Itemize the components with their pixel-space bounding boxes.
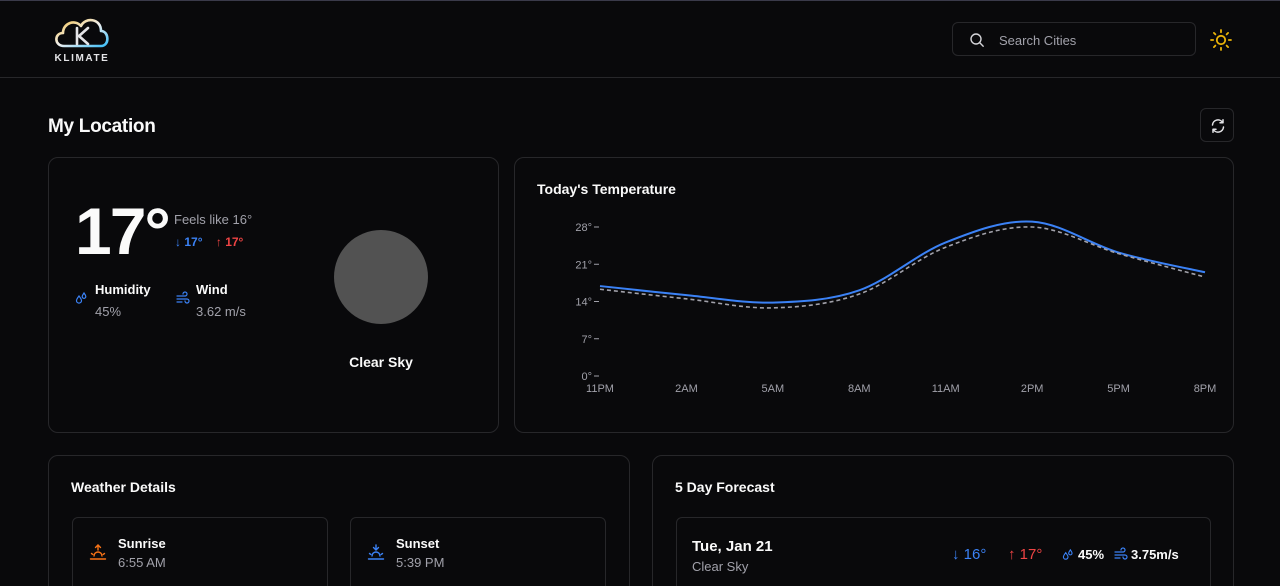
x-tick-label: 8AM: [848, 383, 871, 395]
search-cities-button[interactable]: Search Cities: [952, 22, 1196, 56]
x-tick-label: 8PM: [1194, 383, 1217, 395]
weather-description: Clear Sky: [349, 354, 413, 370]
cloud-logo-icon: [55, 18, 109, 48]
x-tick-label: 5AM: [762, 383, 785, 395]
arrow-down-icon: ↓: [175, 235, 185, 249]
page-title: My Location: [48, 116, 156, 137]
search-placeholder: Search Cities: [999, 33, 1077, 48]
y-tick-label: 21°: [575, 259, 592, 271]
forecast-title: 5 Day Forecast: [675, 479, 775, 495]
droplets-icon: [75, 291, 87, 304]
search-icon: [970, 33, 984, 47]
current-weather-card: 17° Feels like 16° ↓ 17° ↑ 17° Humidity …: [48, 157, 499, 433]
wind-icon: [1114, 547, 1128, 560]
humidity-value: 45%: [95, 304, 122, 319]
x-tick-label: 11AM: [932, 383, 960, 395]
x-tick-label: 5PM: [1107, 383, 1130, 395]
weather-details-card: Weather Details Sunrise 6:55 AM Sunset 5…: [48, 455, 630, 586]
sunset-value: 5:39 PM: [396, 555, 445, 570]
min-temp: ↓ 17°: [175, 235, 203, 249]
temperature-chart: 0° 7° 14° 21° 28° 11PM 2AM 5AM 8AM 11AM 2PM 5PM 8PM: [575, 220, 1217, 395]
max-temp: ↑ 17°: [215, 235, 244, 249]
refresh-button[interactable]: [1200, 108, 1234, 142]
theme-toggle-button[interactable]: [1209, 28, 1233, 52]
sunrise-icon: [89, 544, 107, 560]
forecast-date: Tue, Jan 21: [692, 538, 773, 555]
forecast-row: Tue, Jan 21 Clear Sky ↓ 16° ↑ 17° 45% 3.…: [676, 517, 1211, 586]
arrow-up-icon: ↑: [215, 235, 226, 249]
y-tick-label: 14°: [575, 297, 592, 309]
forecast-description: Clear Sky: [692, 559, 749, 574]
arrow-down-icon: ↓: [952, 546, 964, 563]
details-title: Weather Details: [71, 479, 176, 495]
temperature-series-line: [599, 220, 1206, 304]
forecast-wind: 3.75m/s: [1114, 547, 1179, 562]
app-name: KLIMATE: [54, 53, 110, 64]
sunrise-value: 6:55 AM: [118, 555, 166, 570]
humidity-label: Humidity: [95, 282, 151, 297]
forecast-min-temp: ↓ 16°: [952, 546, 987, 563]
feels-like: Feels like 16°: [174, 212, 253, 227]
current-temperature: 17°: [75, 194, 171, 268]
sunset-label: Sunset: [396, 536, 440, 551]
arrow-up-icon: ↑: [1008, 546, 1020, 563]
forecast-max-temp: ↑ 17°: [1008, 546, 1043, 563]
refresh-icon: [1211, 119, 1225, 133]
sunrise-box: Sunrise 6:55 AM: [72, 517, 328, 586]
x-tick-label: 2AM: [675, 383, 698, 395]
chart-title: Today's Temperature: [537, 181, 676, 197]
forecast-card: 5 Day Forecast Tue, Jan 21 Clear Sky ↓ 1…: [652, 455, 1234, 586]
sunset-icon: [367, 544, 385, 560]
min-max-temps: ↓ 17° ↑ 17°: [175, 235, 243, 249]
sun-icon: [1210, 29, 1232, 51]
sunrise-label: Sunrise: [118, 536, 166, 551]
x-tick-label: 2PM: [1021, 383, 1044, 395]
temperature-chart-card: 0° 7° 14° 21° 28° 11PM 2AM 5AM 8AM 11AM 2PM 5PM 8PM …: [514, 157, 1234, 433]
y-tick-label: 7°: [581, 334, 592, 346]
sunset-box: Sunset 5:39 PM: [350, 517, 606, 586]
y-tick-label: 28°: [575, 222, 592, 234]
wind-label: Wind: [196, 282, 228, 297]
app-header: KLIMATE Search Cities: [0, 1, 1280, 78]
forecast-humidity: 45%: [1062, 547, 1104, 562]
droplets-icon: [1062, 548, 1073, 560]
wind-value: 3.62 m/s: [196, 304, 246, 319]
y-tick-label: 0°: [581, 371, 592, 383]
wind-icon: [176, 291, 190, 304]
app-logo[interactable]: KLIMATE: [50, 13, 114, 69]
x-tick-label: 11PM: [586, 383, 614, 395]
weather-condition-image: [334, 230, 428, 324]
